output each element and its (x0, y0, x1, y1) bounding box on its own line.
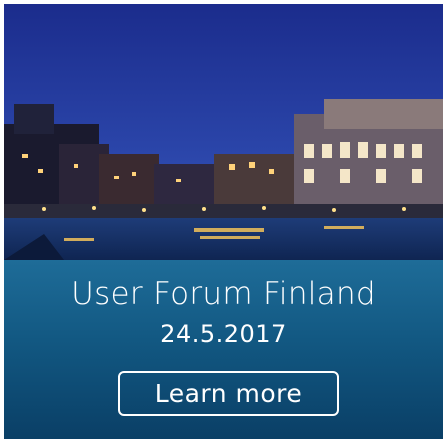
event-date: 24.5.2017 (160, 320, 287, 348)
night-harbor-cityscape-image (4, 4, 443, 260)
event-title: User Forum Finland (71, 276, 376, 312)
learn-more-button[interactable]: Learn more (118, 371, 339, 416)
event-banner[interactable]: User Forum Finland 24.5.2017 Learn more (4, 4, 443, 439)
